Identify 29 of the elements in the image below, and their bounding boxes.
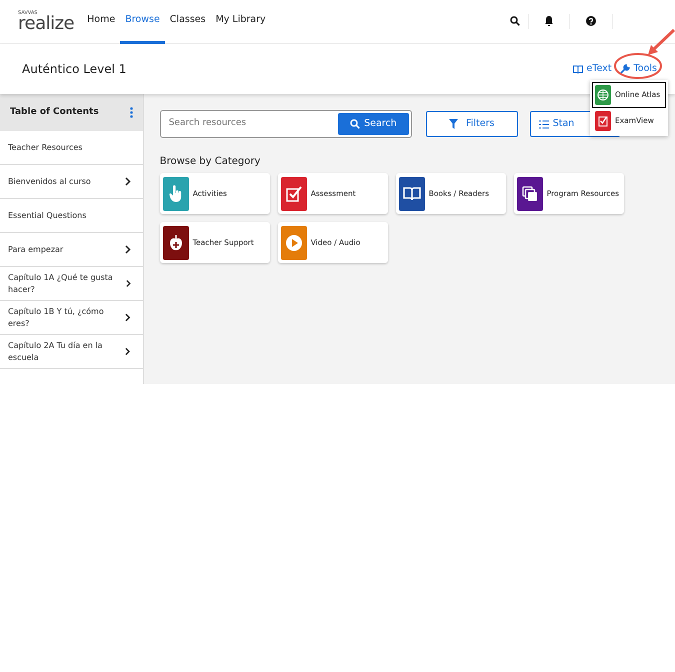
- filters-button[interactable]: Filters: [426, 111, 518, 137]
- nav-tab[interactable]: Home: [82, 0, 120, 44]
- search-field[interactable]: Search resources Search: [160, 110, 412, 138]
- annotation-drawing: [612, 28, 675, 82]
- header-link[interactable]: eText: [586, 62, 612, 76]
- wrench-icon: [620, 64, 630, 74]
- nav-tab[interactable]: Browse: [120, 0, 165, 44]
- section-heading: Browse by Category: [160, 155, 262, 169]
- more-icon[interactable]: [130, 107, 133, 118]
- filter-icon: [448, 119, 458, 129]
- bell-icon[interactable]: [545, 16, 553, 26]
- search-icon: [350, 119, 360, 129]
- sidebar-title: Table of Contents: [10, 106, 99, 119]
- book-icon: [572, 64, 583, 74]
- search-button[interactable]: Search: [338, 113, 409, 135]
- search-icon[interactable]: [510, 16, 520, 26]
- toc-item[interactable]: Capítulo 2A Tu día en la escuela: [0, 335, 143, 369]
- toc-item[interactable]: Essential Questions: [0, 199, 143, 233]
- app-logo[interactable]: realize: [18, 16, 74, 32]
- toc-item[interactable]: Para empezar: [0, 233, 143, 267]
- toc-item[interactable]: Bienvenidos al curso: [0, 165, 143, 199]
- nav-tab[interactable]: My Library: [210, 0, 271, 44]
- course-title: Auténtico Level 1: [22, 61, 126, 78]
- help-icon[interactable]: [586, 16, 596, 26]
- toc-item[interactable]: Teacher Resources: [0, 131, 143, 165]
- list-icon: [538, 120, 549, 128]
- toc-item[interactable]: Capítulo 1A ¿Qué te gusta hacer?: [0, 267, 143, 301]
- toc-item[interactable]: Capítulo 1B Y tú, ¿cómo eres?: [0, 301, 143, 335]
- nav-tab[interactable]: Classes: [164, 0, 211, 44]
